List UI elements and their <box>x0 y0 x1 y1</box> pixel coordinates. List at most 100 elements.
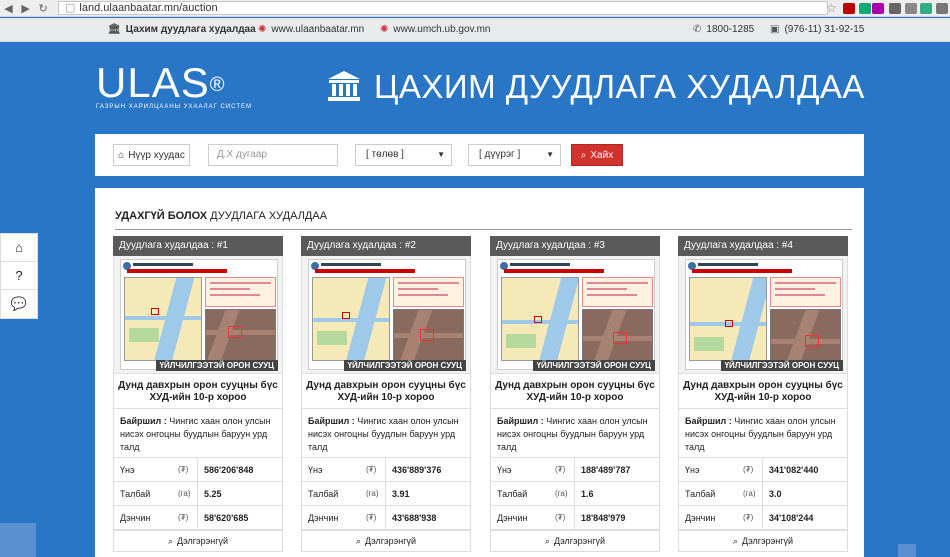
logo-text: ULAS <box>96 59 210 106</box>
map-document <box>120 259 278 370</box>
currency-icon: (₮) <box>743 513 754 522</box>
extension-icon-2[interactable] <box>859 3 871 14</box>
category-banner: ҮЙЛЧИЛГЭЭТЭЙ ОРОН СУУЦ <box>720 360 843 371</box>
parcel-name: Дунд давхрын орон сууцны бүс ХУД-ийн 10-… <box>490 373 660 409</box>
area-unit: (га) <box>366 489 379 498</box>
details-button[interactable]: ⌕ Дэлгэрэнгүй <box>490 530 660 552</box>
parcel-map-image[interactable]: ҮЙЛЧИЛГЭЭТЭЙ ОРОН СУУЦ <box>301 256 471 373</box>
details-button[interactable]: ⌕ Дэлгэрэнгүй <box>301 530 471 552</box>
card-header: Дуудлага худалдаа : #3 <box>490 236 660 256</box>
extension-icon-4[interactable] <box>889 3 901 14</box>
bank-icon: 🏛 <box>108 24 121 35</box>
back-icon[interactable]: ◀ <box>4 2 12 15</box>
price-row: Үнэ (₮) 586'206'848 <box>113 458 283 482</box>
auction-number-input[interactable]: Д.Х дугаар <box>208 144 338 166</box>
price-row: Үнэ (₮) 341'082'440 <box>678 458 848 482</box>
price-value: 436'889'376 <box>392 465 442 475</box>
logo-subtitle: ГАЗРЫН ХАРИЛЦААНЫ УХААЛАГ СИСТЕМ <box>96 104 252 110</box>
doc-header-line <box>698 263 758 266</box>
address-bar[interactable]: ▢ land.ulaanbaatar.mn/auction <box>58 1 828 15</box>
details-button[interactable]: ⌕ Дэлгэрэнгүй <box>678 530 848 552</box>
card-header: Дуудлага худалдаа : #2 <box>301 236 471 256</box>
satellite-image <box>770 309 841 361</box>
forward-icon[interactable]: ▶ <box>21 2 29 15</box>
ulas-logo[interactable]: ULAS® ГАЗРЫН ХАРИЛЦААНЫ УХААЛАГ СИСТЕМ <box>96 59 252 111</box>
search-icon: ⌕ <box>732 535 739 546</box>
auction-card[interactable]: Дуудлага худалдаа : #4 ҮЙЛЧИЛГЭЭТЭЙ ОРОН… <box>678 236 848 557</box>
details-button[interactable]: ⌕ Дэлгэрэнгүй <box>113 530 283 552</box>
section-title-rest: ДУУДЛАГА ХУДАЛДАА <box>210 210 328 222</box>
top-info-bar: 🏛 Цахим дуудлага худалдаа ✺ www.ulaanbaa… <box>0 18 950 42</box>
area-row: Талбай (га) 1.6 <box>490 482 660 506</box>
extension-icon-3[interactable] <box>872 3 884 14</box>
umch-link[interactable]: ✺ www.umch.ub.gov.mn <box>380 24 490 35</box>
price-value: 341'082'440 <box>769 465 819 475</box>
search-icon: ⌕ <box>580 149 587 161</box>
parcel-name: Дунд давхрын орон сууцны бүс ХУД-ийн 10-… <box>301 373 471 409</box>
doc-header-line <box>321 263 381 266</box>
map-document <box>497 259 655 370</box>
status-select-value: [ төлөв ] <box>366 149 404 160</box>
price-label: Үнэ <box>308 465 323 475</box>
parcel-plan <box>689 277 767 361</box>
area-row: Талбай (га) 5.25 <box>113 482 283 506</box>
parcel-map-image[interactable]: ҮЙЛЧИЛГЭЭТЭЙ ОРОН СУУЦ <box>678 256 848 373</box>
search-icon: ⌕ <box>544 535 551 546</box>
area-unit: (га) <box>178 489 191 498</box>
reload-icon[interactable]: ↻ <box>38 2 47 15</box>
phone-icon: ✆ <box>693 24 702 35</box>
bookmark-star-icon[interactable]: ☆ <box>826 1 837 15</box>
auction-card[interactable]: Дуудлага худалдаа : #3 ҮЙЛЧИЛГЭЭТЭЙ ОРОН… <box>490 236 660 557</box>
extension-icon-5[interactable] <box>905 3 917 14</box>
deposit-label: Дэнчин <box>497 513 528 523</box>
district-select[interactable]: [ дүүрэг ] ▼ <box>468 144 561 166</box>
parcel-location: Байршил : Чингис хаан олон улсын нисэх о… <box>301 409 471 458</box>
parcel-plan <box>312 277 390 361</box>
site-home-link[interactable]: 🏛 Цахим дуудлага худалдаа <box>108 24 256 35</box>
map-document <box>308 259 466 370</box>
extension-icon-1[interactable] <box>843 3 855 14</box>
side-help-button[interactable]: ? <box>1 262 37 290</box>
section-title-bold: УДАХГҮЙ БОЛОХ <box>115 210 208 222</box>
browser-nav: ◀ ▶ ↻ <box>0 2 52 15</box>
details-label: Дэлгэрэнгүй <box>742 536 794 546</box>
parcel-location: Байршил : Чингис хаан олон улсын нисэх о… <box>490 409 660 458</box>
auction-card[interactable]: Дуудлага худалдаа : #2 ҮЙЛЧИЛГЭЭТЭЙ ОРОН… <box>301 236 471 557</box>
doc-header-line <box>510 263 570 266</box>
area-value: 3.91 <box>392 489 410 499</box>
side-chat-button[interactable]: 💬 <box>1 290 37 318</box>
parcel-map-image[interactable]: ҮЙЛЧИЛГЭЭТЭЙ ОРОН СУУЦ <box>490 256 660 373</box>
home-button[interactable]: ⌂ Нүүр хуудас <box>113 144 190 166</box>
area-label: Талбай <box>308 489 339 499</box>
district-select-value: [ дүүрэг ] <box>479 149 521 160</box>
deposit-value: 58'620'685 <box>204 513 249 523</box>
deposit-value: 34'108'244 <box>769 513 814 523</box>
area-label: Талбай <box>120 489 151 499</box>
deposit-value: 43'688'938 <box>392 513 437 523</box>
side-home-button[interactable]: ⌂ <box>1 234 37 262</box>
city-emblem-icon: ✺ <box>258 24 267 35</box>
doc-red-header <box>127 269 227 273</box>
auction-list-panel: УДАХГҮЙ БОЛОХ ДУУДЛАГА ХУДАЛДАА Дуудлага… <box>95 188 864 557</box>
details-label: Дэлгэрэнгүй <box>365 536 417 546</box>
auction-card[interactable]: Дуудлага худалдаа : #1 ҮЙЛЧИЛГЭЭТЭЙ ОРОН… <box>113 236 283 557</box>
phone-fax: ▣ (976-11) 31-92-15 <box>770 24 864 35</box>
details-label: Дэлгэрэнгүй <box>177 536 229 546</box>
map-document <box>685 259 843 370</box>
deposit-label: Дэнчин <box>685 513 716 523</box>
parcel-map-image[interactable]: ҮЙЛЧИЛГЭЭТЭЙ ОРОН СУУЦ <box>113 256 283 373</box>
phone-fax-text: (976-11) 31-92-15 <box>784 24 865 35</box>
currency-icon: (₮) <box>366 513 377 522</box>
search-button[interactable]: ⌕ Хайх <box>571 144 623 166</box>
extension-icon-6[interactable] <box>920 3 932 14</box>
deposit-row: Дэнчин (₮) 34'108'244 <box>678 506 848 530</box>
satellite-image <box>582 309 653 361</box>
parcel-location: Байршил : Чингис хаан олон улсын нисэх о… <box>678 409 848 458</box>
currency-icon: (₮) <box>366 465 377 474</box>
parcel-plan <box>124 277 202 361</box>
status-select[interactable]: [ төлөв ] ▼ <box>355 144 452 166</box>
ulaanbaatar-link[interactable]: ✺ www.ulaanbaatar.mn <box>258 24 364 35</box>
menu-icon[interactable] <box>936 3 948 14</box>
fax-icon: ▣ <box>770 24 780 35</box>
deposit-value: 18'848'979 <box>581 513 626 523</box>
